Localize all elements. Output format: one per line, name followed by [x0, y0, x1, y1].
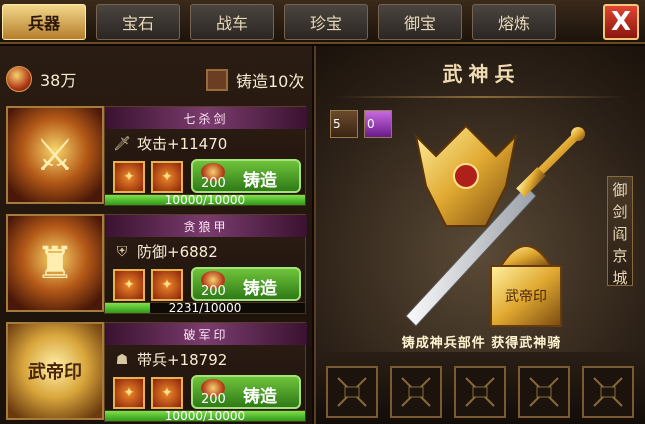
- forge-ten-label: 铸造10次: [236, 72, 305, 91]
- material-icon: ✦: [123, 385, 135, 401]
- item-portrait[interactable]: 武帝印: [6, 322, 104, 420]
- sword-hilt: [538, 133, 579, 174]
- part-slots-bar: [316, 352, 645, 424]
- soldier-icon: ☗: [115, 351, 129, 368]
- part-slot-5[interactable]: [582, 366, 634, 418]
- forge-item: ⚔ 七杀剑 🗡 攻击+11470 ✦ ✦ 200 铸造 10000/10000: [6, 106, 307, 208]
- coin-pile-icon: [6, 66, 32, 92]
- forge-ten-toggle[interactable]: 铸造10次: [206, 68, 304, 92]
- tab-gems[interactable]: 宝石: [96, 4, 180, 40]
- forge-cost: 200: [201, 284, 226, 299]
- side-char: 御: [612, 181, 628, 199]
- part-slot-4[interactable]: [518, 366, 570, 418]
- item-stat: 带兵+18792: [137, 351, 228, 369]
- material-slot[interactable]: ✦: [113, 269, 145, 301]
- forge-ten-checkbox[interactable]: [206, 69, 228, 91]
- side-char: 阎: [612, 225, 628, 243]
- tab-weapons[interactable]: 兵器: [2, 4, 86, 40]
- forge-progress: 2231/10000: [104, 301, 306, 315]
- material-icon: ✦: [123, 277, 135, 293]
- forge-cost: 200: [201, 392, 226, 407]
- part-slot-2[interactable]: [390, 366, 442, 418]
- chest-icon[interactable]: 5: [330, 110, 358, 138]
- item-portrait[interactable]: ♜: [6, 214, 104, 312]
- reward-caption: 铸成神兵部件 获得武神骑: [401, 336, 562, 351]
- close-button[interactable]: X: [603, 4, 639, 40]
- mini-item-count: 5: [333, 117, 341, 131]
- material-slot[interactable]: ✦: [151, 269, 183, 301]
- progress-text: 10000/10000: [164, 409, 246, 423]
- forge-button[interactable]: 200 铸造: [191, 375, 301, 409]
- forge-cost: 200: [201, 176, 226, 191]
- sword-icon: ⚔: [35, 129, 75, 181]
- progress-text: 2231/10000: [168, 301, 242, 315]
- crossed-swords-icon: [465, 377, 495, 407]
- divine-weapon-panel: 武神兵 5 0 武帝印 御 剑 阎 京 城 铸成神兵部件 获得武神骑: [314, 46, 645, 424]
- material-icon: ✦: [161, 385, 173, 401]
- material-slot[interactable]: ✦: [151, 377, 183, 409]
- title-divider: [336, 96, 627, 98]
- tab-royal-treasures[interactable]: 御宝: [378, 4, 462, 40]
- item-name: 七杀剑: [105, 107, 307, 129]
- item-portrait[interactable]: ⚔: [6, 106, 104, 204]
- divine-weapon-illustration: 武帝印: [405, 124, 585, 327]
- sword-pommel: [571, 127, 585, 141]
- seal-text: 武帝印: [505, 289, 547, 305]
- side-char: 剑: [612, 203, 628, 221]
- seal-icon: 武帝印: [28, 362, 82, 383]
- forge-list-panel: 38万 铸造10次 ⚔ 七杀剑 🗡 攻击+11470 ✦ ✦ 200 铸造 10…: [0, 46, 312, 424]
- tab-bar: 兵器 宝石 战车 珍宝 御宝 熔炼 X: [0, 0, 645, 44]
- side-char: 城: [612, 269, 628, 287]
- item-name: 破军印: [105, 323, 307, 345]
- item-stat: 攻击+11470: [137, 135, 228, 153]
- helm-gem: [453, 163, 479, 189]
- part-slot-3[interactable]: [454, 366, 506, 418]
- material-slot[interactable]: ✦: [113, 377, 145, 409]
- currency-display: 38万: [6, 66, 76, 92]
- material-icon: ✦: [161, 169, 173, 185]
- forge-button-label: 铸造: [243, 279, 277, 299]
- forge-progress: 10000/10000: [104, 193, 306, 207]
- seal-knob: [499, 245, 553, 267]
- shield-icon: ⛨: [116, 243, 128, 260]
- mini-item-count: 0: [367, 117, 375, 131]
- side-banner-text: 御 剑 阎 京 城: [607, 176, 633, 287]
- item-name: 贪狼甲: [105, 215, 307, 237]
- forge-item: ♜ 贪狼甲 ⛨ 防御+6882 ✦ ✦ 200 铸造 2231/10000: [6, 214, 307, 316]
- crossed-swords-icon: [401, 377, 431, 407]
- forge-progress: 10000/10000: [104, 409, 306, 423]
- panel-title: 武神兵: [442, 62, 521, 86]
- material-slot[interactable]: ✦: [113, 161, 145, 193]
- forge-item: 武帝印 破军印 ☗ 带兵+18792 ✦ ✦ 200 铸造 10000/1000…: [6, 322, 307, 424]
- currency-value: 38万: [40, 71, 77, 90]
- progress-text: 10000/10000: [164, 193, 246, 207]
- side-char: 京: [612, 247, 628, 265]
- crossed-swords-icon: [593, 377, 623, 407]
- material-icon: ✦: [123, 169, 135, 185]
- tab-smelting[interactable]: 熔炼: [472, 4, 556, 40]
- part-slot-1[interactable]: [326, 366, 378, 418]
- forge-button[interactable]: 200 铸造: [191, 159, 301, 193]
- tab-treasures[interactable]: 珍宝: [284, 4, 368, 40]
- forge-button[interactable]: 200 铸造: [191, 267, 301, 301]
- forge-button-label: 铸造: [243, 387, 277, 407]
- item-stat: 防御+6882: [137, 243, 218, 261]
- sword-icon: 🗡: [113, 135, 131, 152]
- crossed-swords-icon: [529, 377, 559, 407]
- tab-chariots[interactable]: 战车: [190, 4, 274, 40]
- forge-button-label: 铸造: [243, 171, 277, 191]
- material-icon: ✦: [161, 277, 173, 293]
- crossed-swords-icon: [337, 377, 367, 407]
- armor-icon: ♜: [35, 237, 75, 289]
- material-slot[interactable]: ✦: [151, 161, 183, 193]
